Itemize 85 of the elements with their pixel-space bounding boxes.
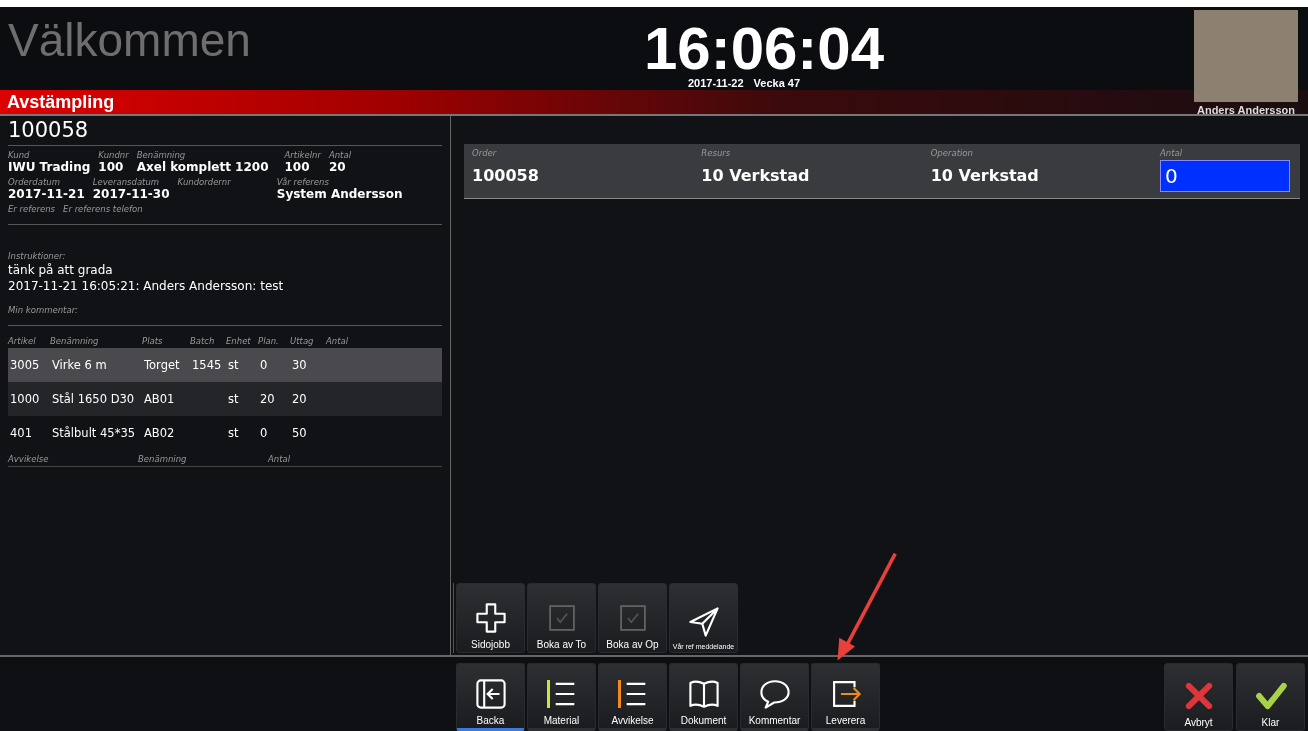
table-cell: Torget bbox=[144, 358, 180, 372]
column-header: Antal bbox=[268, 454, 292, 464]
column-header: Antal bbox=[326, 336, 350, 346]
field-value: 100 bbox=[284, 160, 311, 174]
table-cell: 1000 bbox=[10, 392, 40, 406]
table-cell: st bbox=[228, 358, 239, 372]
table-cell-text: 10 Verkstad bbox=[701, 166, 811, 185]
column-header: Antal bbox=[1160, 148, 1184, 158]
table-cell: st bbox=[228, 426, 239, 440]
table-cell: st bbox=[228, 392, 239, 406]
field-value: Axel komplett 1200 bbox=[136, 160, 269, 174]
order-number: 100058 bbox=[8, 118, 442, 146]
table-cell: Stål 1650 D30 bbox=[52, 392, 135, 406]
instructions-label: Instruktioner: bbox=[8, 251, 67, 261]
toolbar-button[interactable]: Material bbox=[527, 663, 596, 731]
field-label: Leveransdatum bbox=[92, 177, 161, 187]
table-cell-text: 10 Verkstad bbox=[930, 166, 1040, 185]
toolbar-button[interactable]: Leverera bbox=[811, 663, 880, 731]
comment-label: Min kommentar: bbox=[8, 305, 79, 315]
field-value: System Andersson bbox=[276, 187, 403, 201]
field-label: Orderdatum bbox=[8, 177, 61, 187]
field-label: Er referens telefon bbox=[63, 204, 143, 214]
field-value: 2017-11-21 bbox=[8, 187, 85, 201]
toolbar-button[interactable]: Kommentar bbox=[740, 663, 809, 731]
ok-button[interactable]: Klar bbox=[1236, 663, 1305, 731]
column-header: Order bbox=[472, 148, 498, 158]
field-value: 20 bbox=[328, 160, 347, 174]
field-label: Kund bbox=[8, 150, 31, 160]
toolbar-button[interactable]: Dokument bbox=[669, 663, 738, 731]
table-cell: 20 bbox=[292, 392, 307, 406]
column-header: Plan. bbox=[258, 336, 280, 346]
plus-icon bbox=[473, 601, 508, 635]
field-label: Kundnr bbox=[98, 150, 129, 160]
week-text: Vecka 47 bbox=[753, 77, 801, 89]
column-header: Benämning bbox=[50, 336, 100, 346]
table-cell: 1545 bbox=[192, 358, 222, 372]
table-cell: 20 bbox=[260, 392, 275, 406]
column-header: Benämning bbox=[138, 454, 188, 464]
instruction-text: tänk på att grada bbox=[8, 263, 114, 277]
table-cell: 0 bbox=[260, 358, 268, 372]
quantity-input[interactable]: 0 bbox=[1160, 160, 1290, 192]
cancel-button[interactable]: Avbryt bbox=[1164, 663, 1233, 731]
table-cell: 401 bbox=[10, 426, 32, 440]
column-header: Enhet bbox=[226, 336, 252, 346]
material-row[interactable]: 401 Stålbult 45*35 AB02 st 0 50 bbox=[8, 416, 442, 450]
table-cell: AB02 bbox=[144, 426, 175, 440]
date-text: 2017-11-22 bbox=[687, 77, 744, 89]
welcome-title: Välkommen bbox=[7, 13, 252, 67]
table-cell: Stålbult 45*35 bbox=[52, 426, 135, 440]
field-label: Benämning bbox=[136, 150, 187, 160]
material-row[interactable]: 3005 Virke 6 m Torget 1545 st 0 30 bbox=[8, 348, 442, 382]
table-cell-text: 100058 bbox=[472, 166, 540, 185]
instruction-text: 2017-11-21 16:05:21: Anders Andersson: test bbox=[8, 279, 285, 293]
field-value: 2017-11-30 bbox=[92, 187, 170, 201]
toolbar-button[interactable]: Sidojobb bbox=[456, 583, 525, 653]
field-label: Artikelnr bbox=[284, 150, 321, 160]
field-value: 100 bbox=[98, 160, 125, 174]
toolbar-button[interactable]: Avvikelse bbox=[598, 663, 667, 731]
material-row[interactable]: 1000 Stål 1650 D30 AB01 st 20 20 bbox=[8, 382, 442, 416]
field-label: Vår referens bbox=[276, 177, 330, 187]
toolbar-button[interactable]: Backa bbox=[456, 663, 525, 731]
field-label: Er referens bbox=[8, 204, 56, 214]
column-header: Resurs bbox=[701, 148, 732, 158]
table-cell: Virke 6 m bbox=[52, 358, 107, 372]
paper-plane-icon bbox=[686, 605, 721, 639]
column-header: Operation bbox=[930, 148, 974, 158]
table-cell: 3005 bbox=[10, 358, 40, 372]
table-cell: AB01 bbox=[144, 392, 175, 406]
column-header: Artikel bbox=[8, 336, 37, 346]
field-label: Kundordernr bbox=[177, 177, 231, 187]
column-header: Batch bbox=[190, 336, 216, 346]
speech-bubble-icon bbox=[757, 677, 792, 711]
column-header: Plats bbox=[142, 336, 164, 346]
section-title: Avstämpling bbox=[6, 91, 115, 113]
table-cell: 50 bbox=[292, 426, 307, 440]
field-label: Antal bbox=[328, 150, 352, 160]
toolbar-button[interactable]: Boka av To bbox=[527, 583, 596, 653]
table-cell: 30 bbox=[292, 358, 307, 372]
field-value: IWU Trading bbox=[8, 160, 91, 174]
user-name: Anders Andersson bbox=[1197, 104, 1295, 116]
column-header: Uttag bbox=[290, 336, 315, 346]
toolbar-button[interactable]: Boka av Op bbox=[598, 583, 667, 653]
table-cell: 0 bbox=[260, 426, 268, 440]
clock-time: 16:06:04 bbox=[643, 21, 885, 77]
column-header: Avvikelse bbox=[8, 454, 50, 464]
